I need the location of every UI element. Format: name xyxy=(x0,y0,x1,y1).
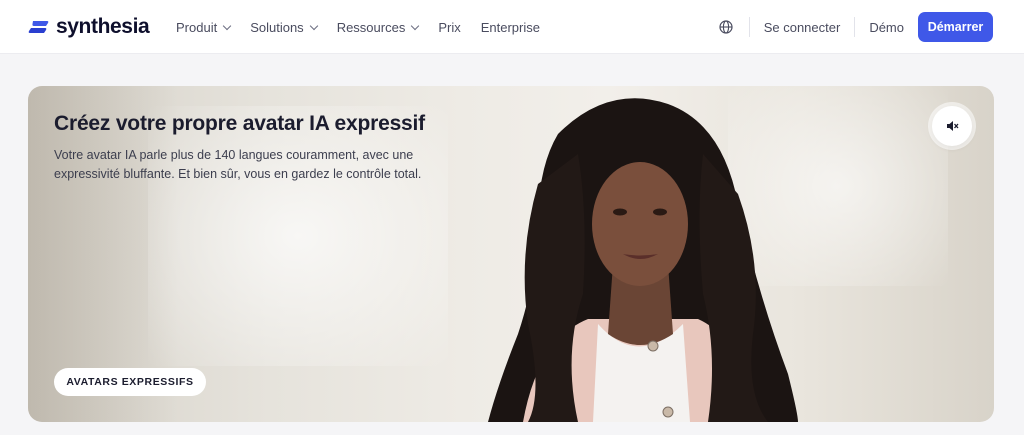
hero-title: Créez votre propre avatar IA expressif xyxy=(54,112,425,135)
main-nav: Produit Solutions Ressources Prix Enterp… xyxy=(176,0,560,54)
chevron-down-icon xyxy=(309,21,318,30)
hero-description: Votre avatar IA parle plus de 140 langue… xyxy=(54,148,422,181)
nav-item-prix[interactable]: Prix xyxy=(438,20,460,35)
globe-icon[interactable] xyxy=(719,20,733,34)
expressive-avatars-tag[interactable]: AVATARS EXPRESSIFS xyxy=(54,368,206,396)
speaker-muted-icon xyxy=(947,121,959,131)
nav-item-ressources[interactable]: Ressources xyxy=(336,19,420,35)
hero-banner: Créez votre propre avatar IA expressif V… xyxy=(28,86,994,422)
chevron-down-icon xyxy=(222,21,232,30)
synthesia-logo[interactable]: synthesia xyxy=(28,14,150,40)
top-navbar: synthesia Produit Solutions Ressources P… xyxy=(0,0,1024,54)
start-button[interactable]: Démarrer xyxy=(918,12,993,42)
nav-item-label: Ressources xyxy=(336,19,406,35)
nav-item-enterprise[interactable]: Enterprise xyxy=(481,20,540,35)
nav-item-produit[interactable]: Produit xyxy=(176,19,232,35)
nav-item-label: Produit xyxy=(176,19,218,35)
nav-item-label: Prix xyxy=(438,19,461,35)
nav-actions: Se connecter Démo Démarrer xyxy=(719,0,993,54)
avatar-video[interactable] xyxy=(468,94,808,422)
nav-item-solutions[interactable]: Solutions xyxy=(250,19,318,35)
synthesia-logo-icon xyxy=(28,21,49,33)
mute-button[interactable] xyxy=(932,106,972,146)
nav-item-label: Solutions xyxy=(250,19,304,35)
login-link[interactable]: Se connecter xyxy=(750,20,855,35)
brand-name: synthesia xyxy=(56,15,150,38)
background-glow xyxy=(148,106,448,366)
nav-item-label: Enterprise xyxy=(480,19,540,35)
chevron-down-icon xyxy=(411,21,420,30)
demo-link[interactable]: Démo xyxy=(855,20,918,35)
